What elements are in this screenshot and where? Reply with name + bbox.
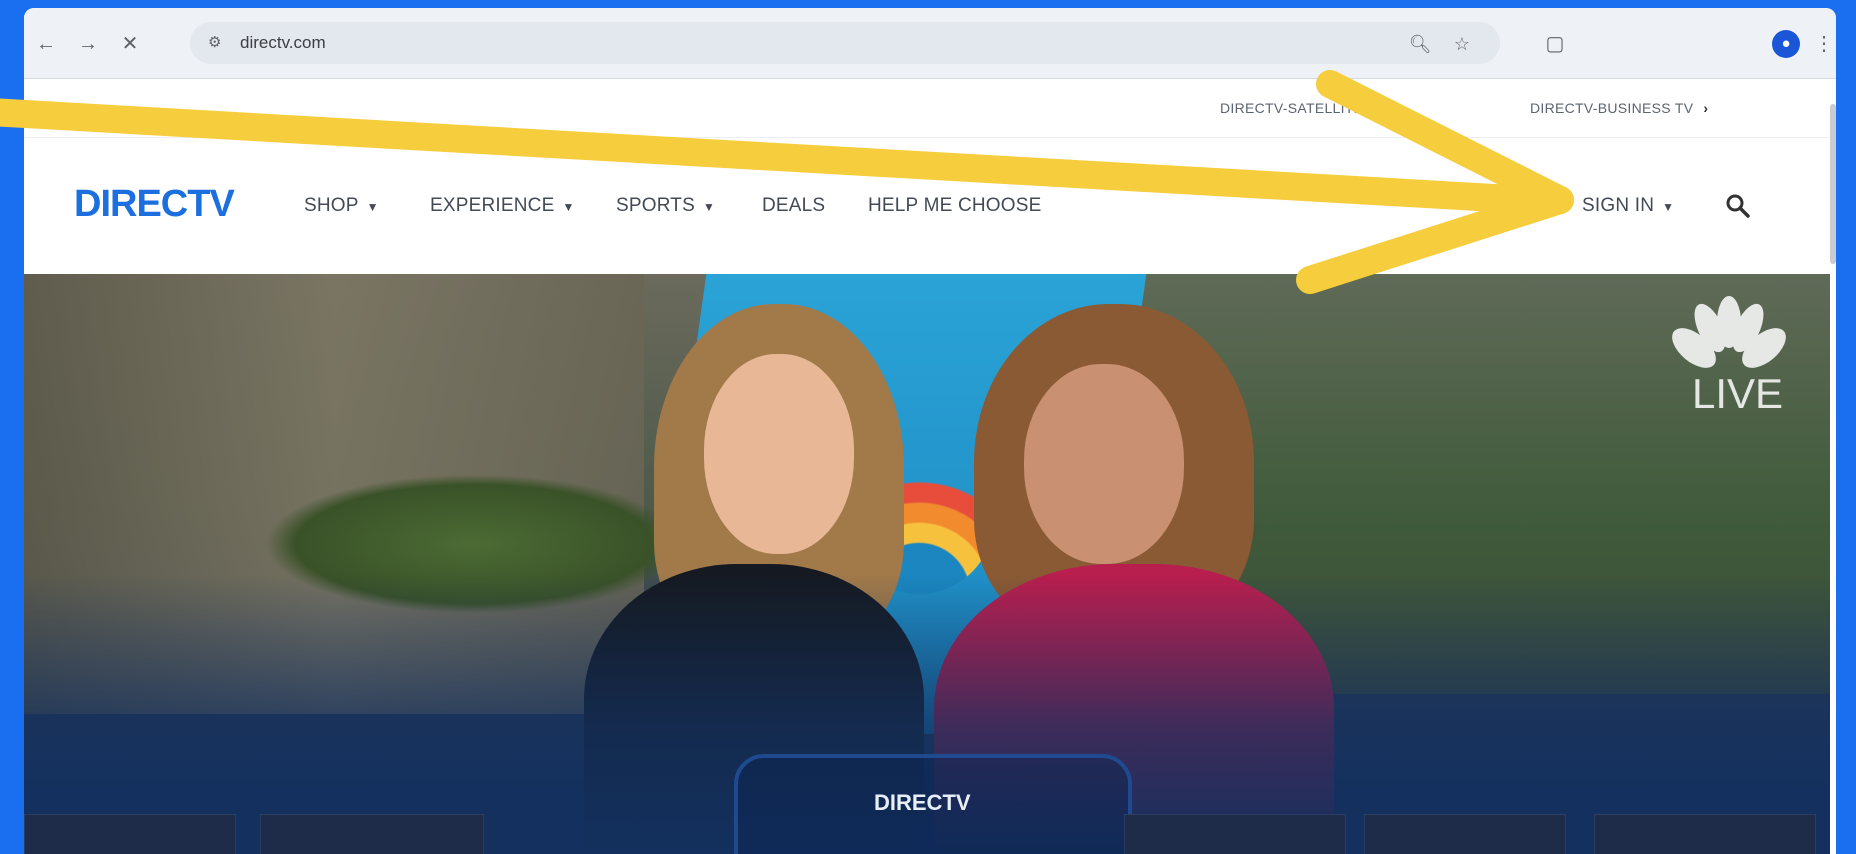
zoom-icon[interactable]: 🔍︎: [1408, 32, 1432, 56]
business-tv-link[interactable]: DIRECTV-BUSINESS TV ›: [1530, 100, 1708, 116]
directv-logo[interactable]: DIRECTV: [74, 183, 235, 226]
chevron-down-icon: ▼: [366, 200, 379, 214]
nav-deals-label: DEALS: [762, 195, 826, 216]
thumbnail[interactable]: [260, 814, 484, 854]
thumbnail[interactable]: [1124, 814, 1346, 854]
site-info-icon[interactable]: ⚙: [208, 33, 228, 53]
nav-help-label: HELP ME CHOOSE: [868, 195, 1042, 216]
nav-experience[interactable]: EXPERIENCE ▼: [430, 195, 575, 217]
host-left-face: [704, 354, 854, 554]
forward-icon[interactable]: →: [74, 30, 102, 58]
chevron-right-icon: ›: [1395, 100, 1401, 116]
thumbnail[interactable]: [1364, 814, 1566, 854]
profile-icon[interactable]: ●: [1772, 30, 1800, 58]
address-bar[interactable]: ⚙ directv.com 🔍︎ ☆: [190, 22, 1500, 64]
page-scrollbar[interactable]: [1830, 104, 1836, 264]
search-icon[interactable]: [1724, 192, 1752, 220]
browser-window: ← → ✕ ⚙ directv.com 🔍︎ ☆ ▢ ● ⋮ DIRECTV-S…: [24, 8, 1836, 854]
nav-deals[interactable]: DEALS: [762, 195, 825, 217]
hero-brand-text: DIRECTV: [874, 790, 971, 815]
chevron-down-icon: ▼: [702, 200, 716, 214]
back-icon[interactable]: ←: [32, 30, 60, 58]
nav-experience-label: EXPERIENCE: [430, 195, 555, 216]
nav-sports[interactable]: SPORTS ▼: [616, 195, 715, 217]
chevron-down-icon: ▼: [1662, 200, 1675, 214]
satellite-tv-link[interactable]: DIRECTV-SATELLITE TV ›: [1220, 100, 1401, 116]
close-icon[interactable]: ✕: [116, 30, 144, 58]
extensions-icon[interactable]: ▢: [1540, 29, 1570, 59]
business-tv-label: DIRECTV-BUSINESS TV: [1530, 100, 1694, 116]
chevron-right-icon: ›: [1703, 100, 1709, 116]
thumbnail[interactable]: [1594, 814, 1816, 854]
bookmark-star-icon[interactable]: ☆: [1450, 32, 1474, 56]
live-badge-text: LIVE: [1692, 370, 1784, 417]
satellite-tv-label: DIRECTV-SATELLITE TV: [1220, 100, 1386, 116]
channel-thumbnails: [24, 814, 1830, 854]
main-nav: DIRECTV SHOP ▼ EXPERIENCE ▼ SPORTS ▼ DEALS …: [24, 138, 1836, 274]
utility-bar: DIRECTV-SATELLITE TV › DIRECTV-BUSINESS T…: [24, 79, 1836, 138]
thumbnail[interactable]: [24, 814, 236, 854]
nav-shop-label: SHOP: [304, 195, 359, 216]
chevron-down-icon: ▼: [562, 200, 575, 214]
sign-in-label: SIGN IN: [1582, 195, 1655, 216]
more-icon[interactable]: ⋮: [1814, 29, 1834, 59]
host-right-face: [1024, 364, 1184, 564]
nav-sports-label: SPORTS: [616, 195, 695, 216]
sign-in-button[interactable]: SIGN IN ▼: [1582, 195, 1674, 217]
url-text[interactable]: directv.com: [240, 33, 326, 53]
nav-help-me-choose[interactable]: HELP ME CHOOSE: [868, 195, 1042, 217]
hero-banner[interactable]: LIVE DIRECTV: [24, 274, 1830, 854]
nav-shop[interactable]: SHOP ▼: [304, 195, 379, 217]
browser-toolbar: ← → ✕ ⚙ directv.com 🔍︎ ☆ ▢ ● ⋮: [24, 8, 1836, 79]
